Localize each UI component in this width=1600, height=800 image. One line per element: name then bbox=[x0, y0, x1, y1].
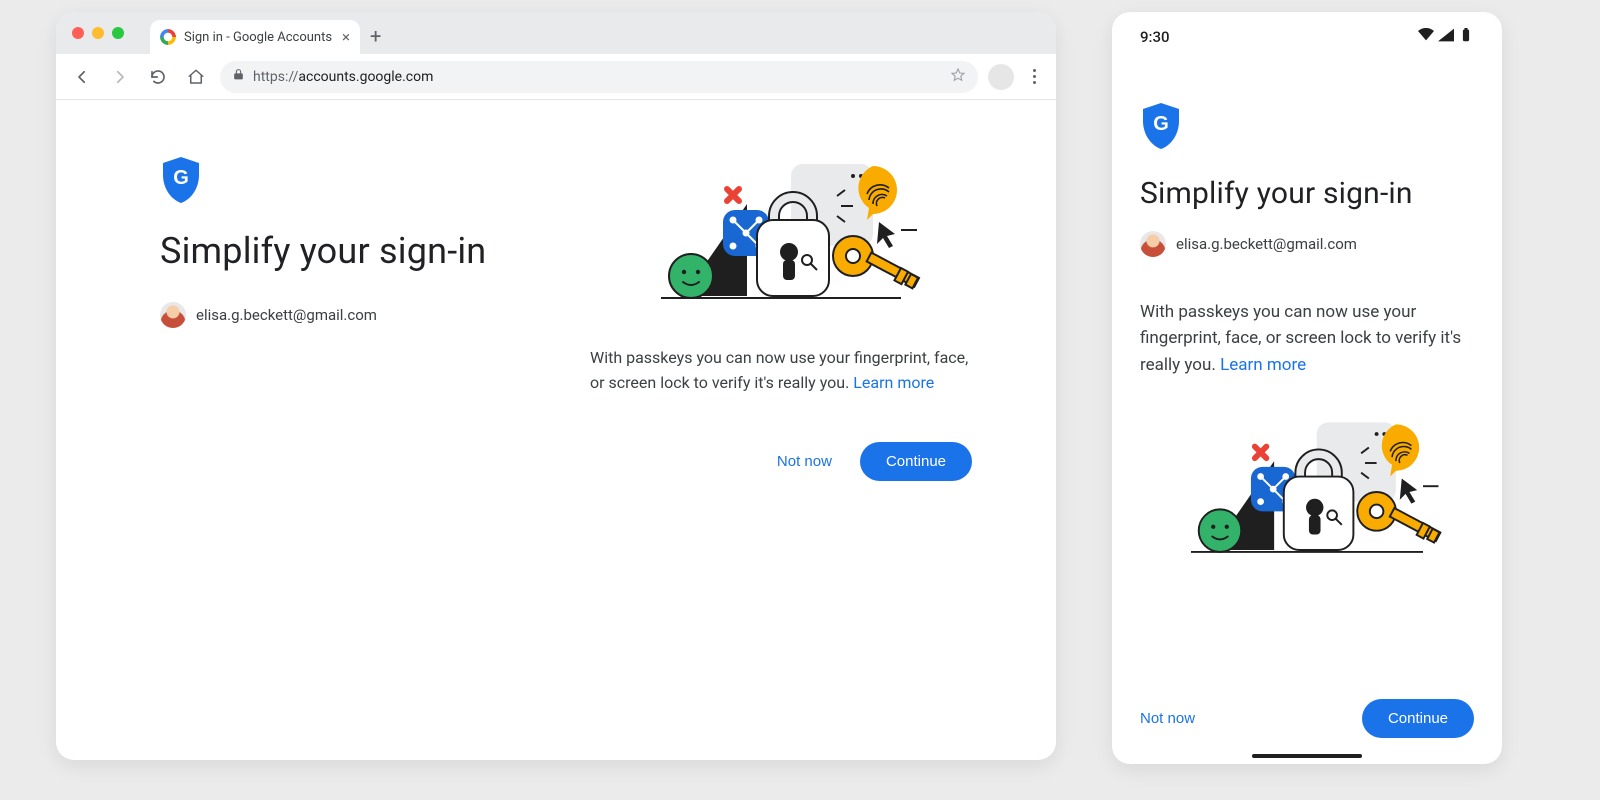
battery-icon bbox=[1458, 28, 1474, 46]
passkey-illustration bbox=[590, 156, 972, 316]
google-shield-icon: G bbox=[1140, 102, 1182, 150]
close-window-icon[interactable] bbox=[72, 27, 84, 39]
phone-frame: 9:30 G Simplify your sign-in elisa.g.bec… bbox=[1112, 12, 1502, 764]
browser-menu-button[interactable] bbox=[1024, 69, 1044, 84]
svg-text:G: G bbox=[1153, 113, 1169, 135]
learn-more-link[interactable]: Learn more bbox=[1220, 355, 1306, 375]
browser-toolbar: https://accounts.google.com bbox=[56, 54, 1056, 100]
google-favicon-icon bbox=[160, 29, 176, 45]
close-tab-icon[interactable]: × bbox=[342, 30, 350, 45]
account-email: elisa.g.beckett@gmail.com bbox=[1176, 235, 1357, 253]
signal-icon bbox=[1438, 28, 1454, 46]
google-shield-icon: G bbox=[160, 156, 202, 204]
description-text: With passkeys you can now use your finge… bbox=[1140, 299, 1474, 378]
wifi-icon bbox=[1418, 28, 1434, 46]
home-button[interactable] bbox=[182, 63, 210, 91]
tab-strip: Sign in - Google Accounts × + bbox=[56, 12, 1056, 54]
account-chip[interactable]: elisa.g.beckett@gmail.com bbox=[160, 302, 590, 328]
page-heading: Simplify your sign-in bbox=[160, 230, 590, 272]
minimize-window-icon[interactable] bbox=[92, 27, 104, 39]
continue-button[interactable]: Continue bbox=[1362, 699, 1474, 738]
status-time: 9:30 bbox=[1140, 28, 1170, 46]
browser-tab[interactable]: Sign in - Google Accounts × bbox=[150, 20, 360, 54]
lock-icon bbox=[232, 68, 245, 85]
bookmark-icon[interactable] bbox=[950, 67, 966, 87]
page-content: G Simplify your sign-in elisa.g.beckett@… bbox=[56, 100, 1056, 481]
account-chip[interactable]: elisa.g.beckett@gmail.com bbox=[1140, 231, 1474, 257]
tab-title: Sign in - Google Accounts bbox=[184, 30, 332, 45]
url-text: https://accounts.google.com bbox=[253, 69, 433, 85]
passkey-illustration bbox=[1140, 412, 1474, 572]
maximize-window-icon[interactable] bbox=[112, 27, 124, 39]
account-avatar-icon bbox=[160, 302, 186, 328]
profile-avatar-button[interactable] bbox=[988, 64, 1014, 90]
forward-button[interactable] bbox=[106, 63, 134, 91]
svg-text:G: G bbox=[173, 167, 189, 189]
description-text: With passkeys you can now use your finge… bbox=[590, 346, 972, 396]
address-bar[interactable]: https://accounts.google.com bbox=[220, 61, 978, 93]
continue-button[interactable]: Continue bbox=[860, 442, 972, 481]
account-avatar-icon bbox=[1140, 231, 1166, 257]
not-now-button[interactable]: Not now bbox=[777, 453, 832, 470]
action-row: Not now Continue bbox=[1140, 699, 1474, 746]
gesture-bar-icon bbox=[1252, 754, 1362, 758]
reload-button[interactable] bbox=[144, 63, 172, 91]
learn-more-link[interactable]: Learn more bbox=[853, 373, 934, 392]
status-bar: 9:30 bbox=[1140, 24, 1474, 50]
window-controls bbox=[66, 12, 132, 54]
not-now-button[interactable]: Not now bbox=[1140, 710, 1195, 727]
back-button[interactable] bbox=[68, 63, 96, 91]
page-heading: Simplify your sign-in bbox=[1140, 176, 1474, 211]
account-email: elisa.g.beckett@gmail.com bbox=[196, 306, 377, 324]
browser-window: Sign in - Google Accounts × + bbox=[56, 12, 1056, 760]
new-tab-button[interactable]: + bbox=[370, 24, 381, 54]
action-row: Not now Continue bbox=[590, 442, 972, 481]
